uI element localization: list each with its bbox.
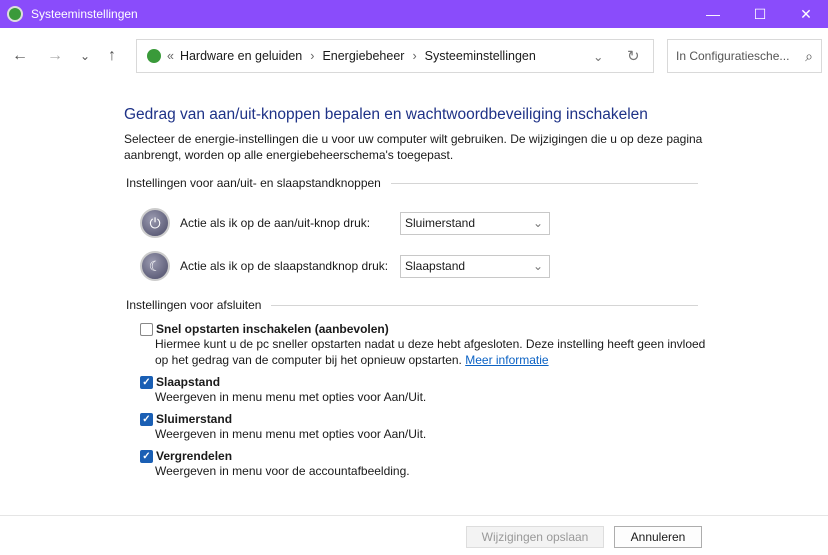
- sleep-checkbox[interactable]: ✓: [140, 375, 153, 389]
- power-icon: ⏻: [140, 208, 170, 238]
- sleep-button-label: Actie als ik op de slaapstandknop druk:: [180, 259, 389, 273]
- option-label[interactable]: Sluimerstand: [156, 412, 232, 426]
- search-placeholder: In Configuratiesche...: [676, 49, 790, 63]
- section-heading-buttons: Instellingen voor aan/uit- en slaapstand…: [126, 176, 698, 190]
- breadcrumb-hardware[interactable]: Hardware en geluiden: [180, 49, 302, 63]
- save-changes-button[interactable]: Wijzigingen opslaan: [466, 526, 604, 548]
- chevron-right-icon[interactable]: ›: [412, 49, 416, 63]
- page-title: Gedrag van aan/uit-knoppen bepalen en wa…: [124, 106, 648, 123]
- more-info-link[interactable]: Meer informatie: [465, 353, 548, 367]
- app-icon: [7, 6, 23, 22]
- option-label[interactable]: Slaapstand: [156, 375, 220, 389]
- section-heading-shutdown: Instellingen voor afsluiten: [126, 298, 698, 312]
- section-heading-text: Instellingen voor afsluiten: [126, 298, 262, 312]
- breadcrumb-energy[interactable]: Energiebeheer: [322, 49, 404, 63]
- lock-checkbox[interactable]: ✓: [140, 449, 153, 463]
- close-button[interactable]: ✕: [783, 0, 828, 28]
- power-button-label: Actie als ik op de aan/uit-knop druk:: [180, 216, 371, 230]
- sleep-button-row: ☾ Actie als ik op de slaapstandknop druk…: [140, 251, 550, 281]
- option-description: Weergeven in menu menu met opties voor A…: [155, 390, 427, 404]
- option-label[interactable]: Snel opstarten inschakelen (aanbevolen): [156, 322, 389, 336]
- option-description: Weergeven in menu menu met opties voor A…: [155, 427, 427, 441]
- sleep-option: ✓ Slaapstand Weergeven in menu menu met o…: [140, 375, 715, 405]
- power-button-row: ⏻ Actie als ik op de aan/uit-knop druk: …: [140, 208, 550, 238]
- forward-button[interactable]: →: [47, 40, 63, 72]
- search-icon[interactable]: ⌕: [805, 48, 813, 65]
- maximize-button[interactable]: ☐: [737, 0, 783, 28]
- page-description: Selecteer de energie-instellingen die u …: [124, 132, 703, 162]
- chevron-down-icon: ⌄: [532, 216, 543, 230]
- minimize-button[interactable]: —: [690, 0, 736, 28]
- window-title: Systeeminstellingen: [31, 7, 138, 21]
- selected-value: Slaapstand: [405, 259, 466, 273]
- fast-startup-option: Snel opstarten inschakelen (aanbevolen) …: [140, 322, 715, 368]
- recent-locations-button[interactable]: ⌄: [80, 40, 90, 72]
- up-button[interactable]: ↑: [108, 40, 116, 72]
- divider: [271, 304, 698, 306]
- chevron-down-icon: ⌄: [532, 259, 543, 273]
- selected-value: Sluimerstand: [405, 216, 476, 230]
- option-label[interactable]: Vergrendelen: [156, 449, 232, 463]
- address-dropdown-icon[interactable]: ⌄: [593, 49, 603, 64]
- hibernate-option: ✓ Sluimerstand Weergeven in menu menu met…: [140, 412, 715, 442]
- chevron-right-icon[interactable]: ›: [310, 49, 314, 63]
- control-panel-icon: [147, 49, 161, 63]
- refresh-icon[interactable]: ↻: [627, 47, 640, 65]
- breadcrumb-system[interactable]: Systeeminstellingen: [425, 49, 536, 63]
- power-button-action-select[interactable]: Sluimerstand ⌄: [400, 211, 550, 235]
- footer-divider: [0, 515, 828, 516]
- lock-option: ✓ Vergrendelen Weergeven in menu voor de …: [140, 449, 715, 479]
- address-bar[interactable]: « Hardware en geluiden › Energiebeheer ›…: [136, 39, 654, 73]
- back-button[interactable]: ←: [12, 40, 28, 72]
- option-description: Weergeven in menu voor de accountafbeeld…: [155, 464, 410, 478]
- option-description: Hiermee kunt u de pc sneller opstarten n…: [155, 337, 706, 367]
- sleep-button-action-select[interactable]: Slaapstand ⌄: [400, 254, 550, 278]
- search-input[interactable]: In Configuratiesche... ⌕: [667, 39, 822, 73]
- fast-startup-checkbox[interactable]: [140, 322, 153, 336]
- cancel-button[interactable]: Annuleren: [614, 526, 702, 548]
- breadcrumb-overflow[interactable]: «: [167, 49, 174, 63]
- divider: [390, 182, 698, 184]
- sleep-icon: ☾: [140, 251, 170, 281]
- section-heading-text: Instellingen voor aan/uit- en slaapstand…: [126, 176, 381, 190]
- hibernate-checkbox[interactable]: ✓: [140, 412, 153, 426]
